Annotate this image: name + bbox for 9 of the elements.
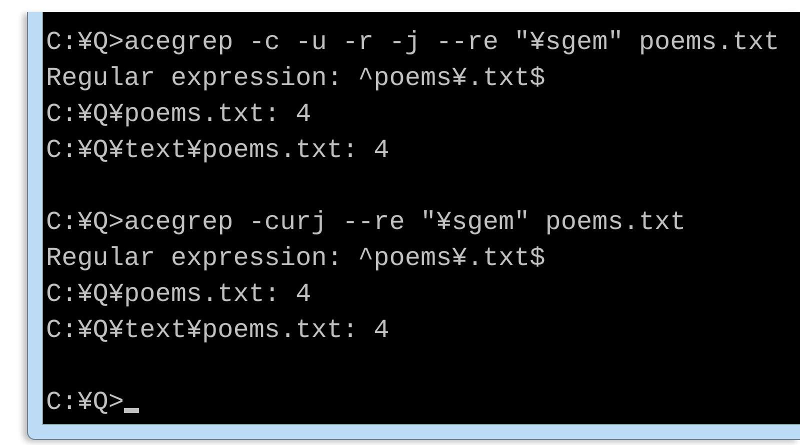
console-line: C:¥Q>acegrep -curj --re "¥sgem" poems.txt [46,206,686,239]
console-line: C:¥Q¥text¥poems.txt: 4 [46,314,390,347]
command-prompt: C:¥Q> [46,386,124,419]
console-line: Regular expression: ^poems¥.txt$ [46,62,546,95]
console-line: Regular expression: ^poems¥.txt$ [46,242,546,275]
console-line: C:¥Q¥text¥poems.txt: 4 [46,134,390,167]
console-line: C:¥Q¥poems.txt: 4 [46,98,312,131]
console-line: C:¥Q¥poems.txt: 4 [46,278,312,311]
console-line: C:¥Q>acegrep -c -u -r -j --re "¥sgem" poems.txt [46,26,780,59]
